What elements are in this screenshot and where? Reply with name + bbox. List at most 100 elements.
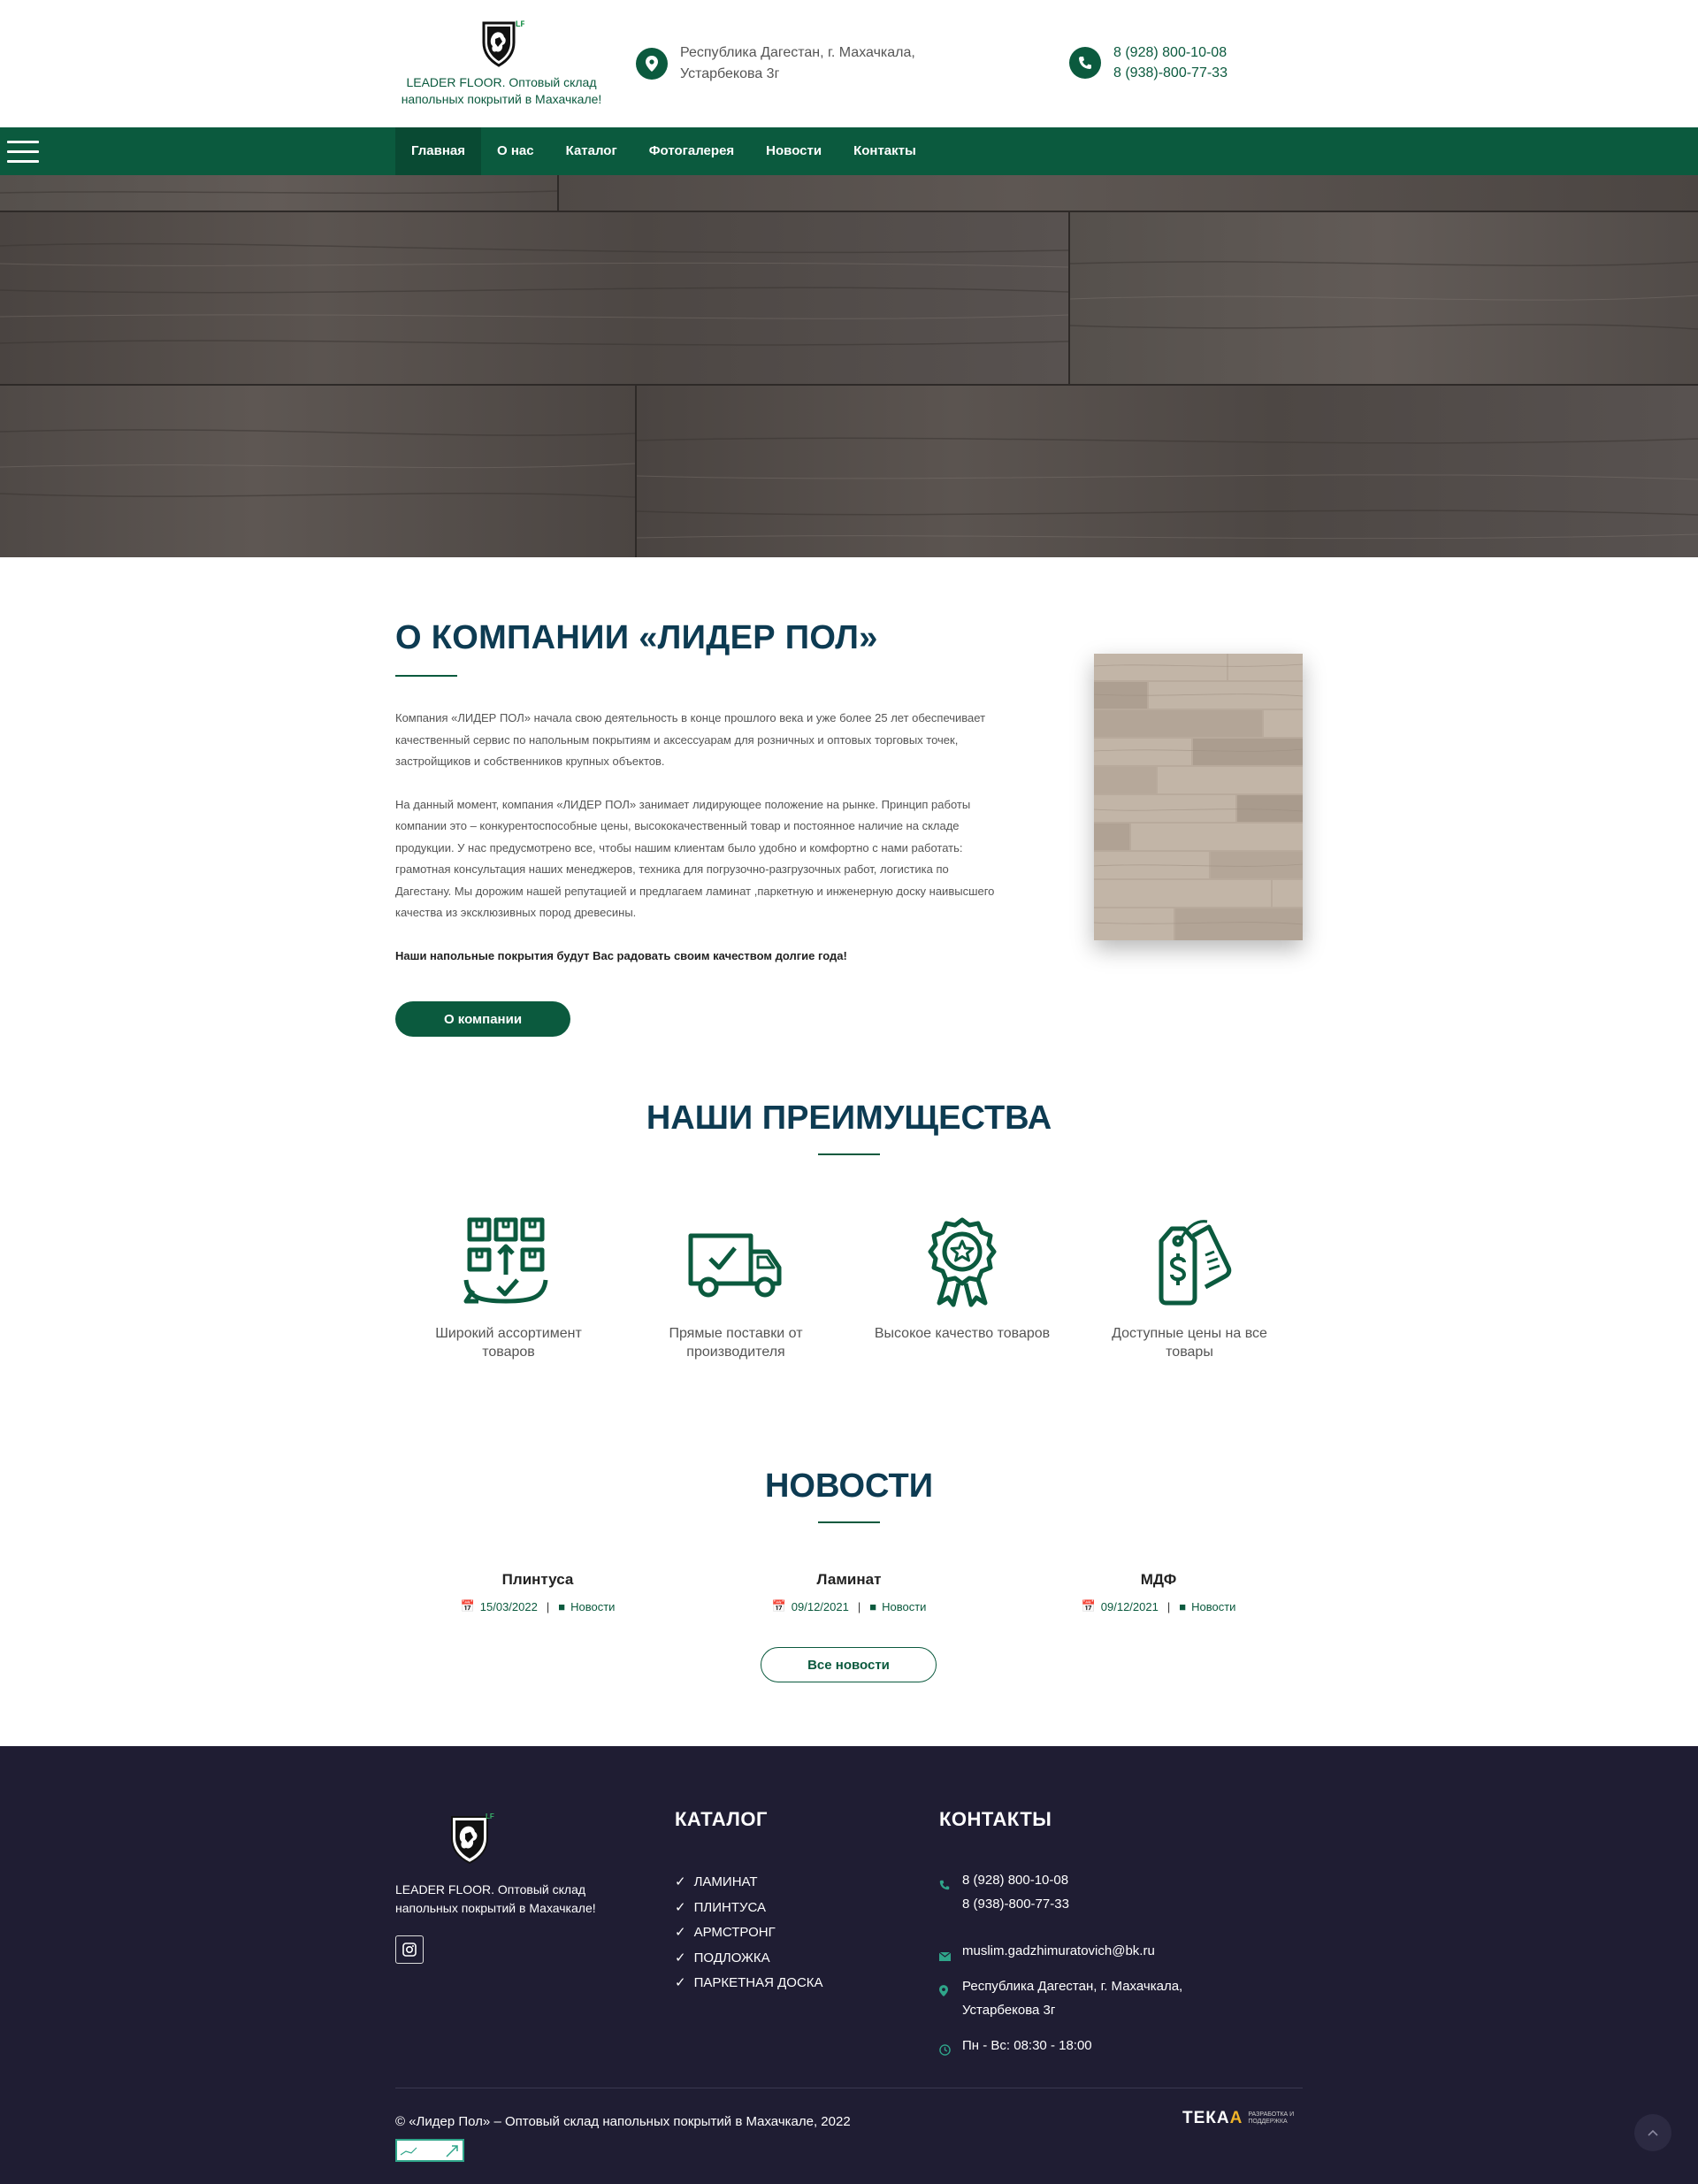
news-date: 15/03/2022 <box>479 1599 538 1613</box>
truck-icon <box>688 1233 782 1298</box>
advantages-title-underline <box>818 1153 880 1155</box>
developer-name: ТЕКАА <box>1182 2109 1243 2127</box>
calendar-icon: 📅 <box>771 1599 786 1613</box>
header-phone-2[interactable]: 8 (938)-800-77-33 <box>1113 63 1228 83</box>
visitor-counter-badge[interactable] <box>395 2139 464 2162</box>
calendar-icon: 📅 <box>460 1599 475 1613</box>
advantage-label-prices: Доступные цены на все товары <box>1112 1326 1267 1360</box>
developer-name-accent: А <box>1229 2109 1243 2127</box>
advantage-item-assortment: Широкий ассортимент товаров <box>420 1216 597 1361</box>
nav-item-contacts[interactable]: Контакты <box>838 127 932 175</box>
main-nav: Главная О нас Каталог Фотогалерея Новост… <box>0 127 1698 175</box>
folder-icon: ■ <box>1179 1599 1187 1613</box>
shield-logo-icon: LF <box>482 19 524 67</box>
logo-mark: LF <box>516 19 524 28</box>
nav-list: Главная О нас Каталог Фотогалерея Новост… <box>395 127 932 175</box>
advantage-item-delivery: Прямые поставки от производителя <box>647 1216 824 1361</box>
footer-catalog-title: КАТАЛОГ <box>675 1808 768 1830</box>
footer-phones: 8 (928) 800-10-08 8 (938)-800-77-33 <box>939 1868 1069 1916</box>
developer-logo[interactable]: ТЕКАА РАЗРАБОТКА И ПОДДЕРЖКА <box>1182 2109 1299 2128</box>
hero-banner-image <box>0 175 1698 557</box>
nav-item-about[interactable]: О нас <box>481 127 550 175</box>
footer-contacts-title: КОНТАКТЫ <box>939 1808 1052 1830</box>
about-title-underline <box>395 675 457 677</box>
news-date: 09/12/2021 <box>791 1599 849 1613</box>
footer-catalog-list: ✓ ЛАМИНАТ ✓ ПЛИНТУСА ✓ АРМСТРОНГ ✓ ПОДЛОЖКА … <box>675 1870 823 1996</box>
check-icon: ✓ <box>675 1874 686 1889</box>
chevron-up-icon <box>1648 2129 1658 2136</box>
footer-email-link[interactable]: muslim.gadzhimuratovich@bk.ru <box>962 1939 1155 1969</box>
footer-catalog-item[interactable]: ✓ ПЛИНТУСА <box>675 1896 823 1921</box>
about-company-button[interactable]: О компании <box>395 1001 570 1037</box>
scroll-to-top-button[interactable] <box>1634 2114 1671 2151</box>
about-paragraph-1: Компания «ЛИДЕР ПОЛ» начала свою деятель… <box>395 711 986 768</box>
news-card: МДФ 📅 09/12/2021 | ■ Новости <box>1026 1571 1291 1613</box>
award-icon <box>928 1217 997 1307</box>
news-card-title[interactable]: Ламинат <box>716 1571 982 1589</box>
news-card-title[interactable]: Плинтуса <box>405 1571 670 1589</box>
news-category[interactable]: Новости <box>1191 1600 1235 1613</box>
phone-icon <box>1069 47 1101 79</box>
check-icon: ✓ <box>675 1975 686 1990</box>
news-category[interactable]: Новости <box>570 1600 615 1613</box>
boxes-icon <box>463 1217 548 1304</box>
news-card-meta: 📅 15/03/2022 | ■ Новости <box>460 1599 616 1613</box>
news-card-title[interactable]: МДФ <box>1026 1571 1291 1589</box>
news-card: Ламинат 📅 09/12/2021 | ■ Новости <box>716 1571 982 1613</box>
nav-item-news[interactable]: Новости <box>750 127 838 175</box>
folder-icon: ■ <box>869 1599 877 1613</box>
footer-logo-text: LEADER FLOOR. Оптовый склад напольных по… <box>395 1882 596 1915</box>
news-date: 09/12/2021 <box>1100 1599 1159 1613</box>
news-card: Плинтуса 📅 15/03/2022 | ■ Новости <box>405 1571 670 1613</box>
menu-burger-icon[interactable] <box>7 141 39 165</box>
phone-icon <box>939 1868 952 1916</box>
footer-phone-1[interactable]: 8 (928) 800-10-08 <box>962 1868 1069 1892</box>
about-paragraph-2: На данный момент, компания «ЛИДЕР ПОЛ» з… <box>395 797 995 920</box>
all-news-button[interactable]: Все новости <box>761 1647 937 1682</box>
footer-email: muslim.gadzhimuratovich@bk.ru <box>938 1939 1155 1969</box>
footer-copyright: © «Лидер Пол» – Оптовый склад напольных … <box>395 2114 851 2129</box>
instagram-icon[interactable] <box>395 1935 424 1964</box>
footer-phone-2[interactable]: 8 (938)-800-77-33 <box>962 1892 1069 1916</box>
footer-hours-text: Пн - Вс: 08:30 - 18:00 <box>962 2038 1092 2053</box>
footer-catalog-item[interactable]: ✓ ПОДЛОЖКА <box>675 1946 823 1972</box>
news-title: НОВОСТИ <box>764 1467 934 1505</box>
footer-catalog-item[interactable]: ✓ ПАРКЕТНАЯ ДОСКА <box>675 1971 823 1996</box>
logo[interactable]: LF LEADER FLOOR. Оптовый склад напольных… <box>395 18 608 108</box>
footer-catalog-item[interactable]: ✓ ЛАМИНАТ <box>675 1870 823 1896</box>
about-highlight: Наши напольные покрытия будут Вас радова… <box>395 948 847 962</box>
logo-mark: LF <box>486 1812 494 1820</box>
site-footer: LF LEADER FLOOR. Оптовый склад напольных… <box>0 1746 1698 2184</box>
advantage-item-quality: Высокое качество товаров <box>874 1216 1051 1343</box>
footer-catalog-item[interactable]: ✓ АРМСТРОНГ <box>675 1920 823 1946</box>
header-phone-1[interactable]: 8 (928) 800-10-08 <box>1113 42 1228 63</box>
header-address-text: Республика Дагестан, г. Махачкала, Устар… <box>680 45 915 81</box>
news-card-meta: 📅 09/12/2021 | ■ Новости <box>771 1599 927 1613</box>
location-pin-icon <box>636 48 668 80</box>
logo-text: LEADER FLOOR. Оптовый склад напольных по… <box>401 75 602 106</box>
nav-item-gallery[interactable]: Фотогалерея <box>633 127 750 175</box>
price-tag-icon <box>1159 1220 1232 1306</box>
check-icon: ✓ <box>675 1950 686 1966</box>
nav-item-home[interactable]: Главная <box>395 127 482 175</box>
mail-icon <box>938 1939 952 1969</box>
about-laminate-image <box>1094 654 1303 940</box>
developer-subtitle: РАЗРАБОТКА И ПОДДЕРЖКА <box>1248 2111 1295 2125</box>
nav-item-catalog[interactable]: Каталог <box>550 127 633 175</box>
check-icon: ✓ <box>675 1899 686 1915</box>
clock-icon <box>939 2034 952 2064</box>
footer-address: Республика Дагестан, г. Махачкала, Устар… <box>939 1974 1201 2022</box>
advantage-label-delivery: Прямые поставки от производителя <box>669 1326 803 1360</box>
advantages-title: НАШИ ПРЕИМУЩЕСТВА <box>646 1100 1052 1137</box>
advantage-label-assortment: Широкий ассортимент товаров <box>435 1326 582 1360</box>
shield-logo-icon[interactable]: LF <box>447 1810 496 1866</box>
advantage-item-prices: Доступные цены на все товары <box>1101 1216 1278 1361</box>
folder-icon: ■ <box>558 1599 566 1613</box>
location-pin-icon <box>939 1974 952 2022</box>
about-text: Компания «ЛИДЕР ПОЛ» начала свою деятель… <box>395 708 997 988</box>
news-title-underline <box>818 1521 880 1523</box>
news-card-meta: 📅 09/12/2021 | ■ Новости <box>1081 1599 1236 1613</box>
header-phones: 8 (928) 800-10-08 8 (938)-800-77-33 <box>1069 42 1228 83</box>
news-category[interactable]: Новости <box>882 1600 926 1613</box>
footer-hours: Пн - Вс: 08:30 - 18:00 <box>939 2034 1092 2064</box>
